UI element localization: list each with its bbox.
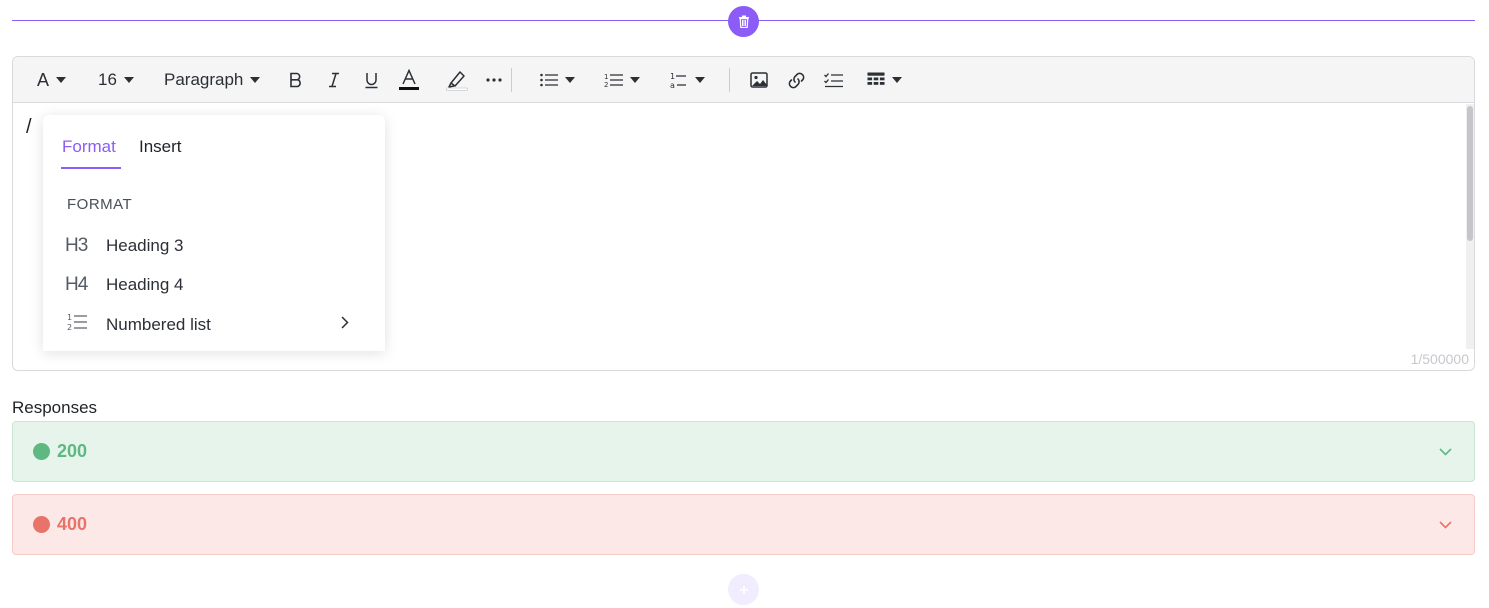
chevron-right-icon [341,316,349,334]
chevron-down-icon [250,77,261,83]
highlighter-icon [446,71,468,91]
responses-heading: Responses [12,398,98,417]
insert-image-button[interactable] [750,57,768,103]
font-family-icon: A [37,69,50,90]
more-horizontal-icon [486,78,502,82]
tab-format[interactable]: Format [62,137,116,157]
italic-icon [329,72,339,88]
editor-toolbar: A 16 Paragraph 1 2 1 a [13,57,1474,103]
section-label: FORMAT [67,196,133,213]
chevron-down-icon [695,77,705,83]
response-200-accordion[interactable]: 200 [12,421,1475,482]
character-count: 1/500000 [1410,351,1469,367]
svg-text:2: 2 [67,323,72,332]
plus-icon [739,585,748,594]
response-code: 200 [57,441,88,461]
chevron-down-icon [1439,516,1452,534]
chevron-down-icon [56,77,67,83]
menu-item-label: Heading 4 [106,275,184,294]
svg-text:1: 1 [604,73,608,81]
scrollbar-thumb[interactable] [1467,106,1473,241]
status-dot-error [33,516,50,533]
block-style-dropdown[interactable]: Paragraph [164,57,261,103]
active-tab-indicator [61,167,121,169]
menu-item-label: Heading 3 [106,236,184,255]
bullet-list-icon [540,73,558,87]
image-icon [750,72,768,88]
checklist-button[interactable] [824,57,843,103]
menu-item-numbered-list[interactable]: 12 Numbered list [43,306,385,344]
chevron-down-icon [630,77,640,83]
rich-text-editor: A 16 Paragraph 1 2 1 a / 1/500000 Format… [12,56,1475,371]
heading-3-icon: H3 [65,235,88,256]
more-options-button[interactable] [486,57,502,103]
slash-command-menu: Format Insert FORMAT H3 Heading 3 H4 Hea… [43,115,385,351]
bullet-list-dropdown[interactable] [540,57,575,103]
block-style-value: Paragraph [164,70,244,89]
svg-text:a: a [670,81,675,89]
link-icon [788,72,805,88]
svg-text:2: 2 [604,81,608,88]
tab-insert[interactable]: Insert [139,137,182,157]
font-size-dropdown[interactable]: 16 [98,57,134,103]
highlight-button[interactable] [446,57,468,103]
text-color-button[interactable] [399,57,419,103]
heading-4-icon: H4 [65,274,88,295]
svg-text:1: 1 [670,72,675,81]
numbered-list-icon: 12 [65,312,87,338]
chevron-down-icon [1439,443,1452,461]
insert-table-dropdown[interactable] [867,57,902,103]
menu-item-heading-3[interactable]: H3 Heading 3 [43,227,385,265]
menu-item-label: Numbered list [106,315,211,334]
editor-scrollbar[interactable] [1466,104,1474,349]
add-section-button[interactable] [728,574,759,605]
underline-icon [365,72,378,88]
trash-icon [738,15,749,28]
chevron-down-icon [892,77,902,83]
editor-content-area[interactable]: / 1/500000 Format Insert FORMAT H3 Headi… [13,104,1474,370]
checklist-icon [824,73,843,88]
underline-button[interactable] [364,57,379,103]
toolbar-separator [511,68,512,92]
response-code: 400 [57,514,88,534]
svg-text:1: 1 [67,313,72,322]
italic-button[interactable] [327,57,341,103]
font-size-value: 16 [98,70,117,89]
delete-section-button[interactable] [728,6,759,37]
toolbar-separator [729,68,730,92]
chevron-down-icon [565,77,575,83]
chevron-down-icon [123,77,134,83]
list-style-icon: 1a [670,72,686,89]
table-icon [867,72,885,85]
bold-button[interactable] [289,57,303,103]
bold-icon [290,72,301,88]
insert-link-button[interactable] [786,57,807,103]
editor-text: / [26,116,32,138]
numbered-list-icon: 12 [604,73,623,88]
response-400-accordion[interactable]: 400 [12,494,1475,555]
font-family-dropdown[interactable]: A [37,57,67,103]
numbered-list-dropdown[interactable]: 12 [604,57,640,103]
menu-item-heading-4[interactable]: H4 Heading 4 [43,266,385,304]
text-color-icon [399,69,419,90]
list-style-dropdown[interactable]: 1a [670,57,705,103]
status-dot-success [33,443,50,460]
